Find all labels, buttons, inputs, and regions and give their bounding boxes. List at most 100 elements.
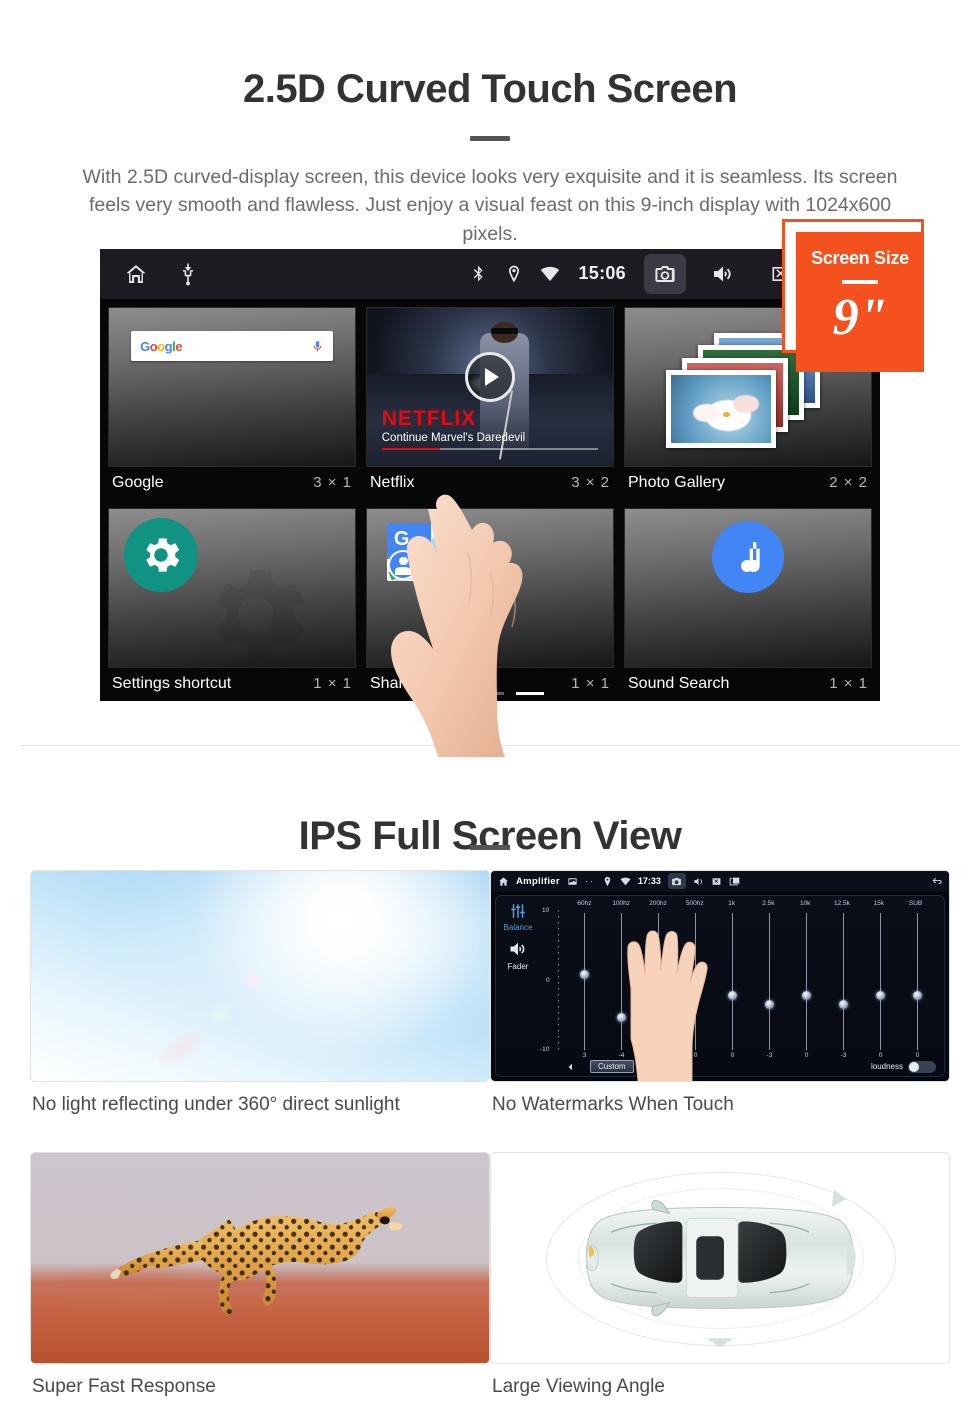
home-icon[interactable]	[498, 876, 509, 887]
widget-name: Google	[112, 473, 164, 491]
amplifier-title: Amplifier	[516, 875, 560, 887]
eq-slider[interactable]	[862, 912, 899, 1050]
maps-g-letter: G	[393, 527, 410, 550]
widget-preview	[624, 507, 872, 668]
gear-watermark-icon	[188, 553, 323, 667]
widget-name: Sound Search	[628, 674, 730, 692]
car-illustration	[585, 1189, 856, 1347]
camera-icon[interactable]	[644, 253, 686, 294]
widget-label: Sound Search 1 × 1	[622, 670, 874, 701]
widget-label: Photo Gallery 2 × 2	[622, 469, 874, 500]
home-icon[interactable]	[124, 262, 148, 286]
play-icon[interactable]	[465, 352, 515, 403]
lens-flare-3	[152, 1023, 209, 1074]
feature-caption: Super Fast Response	[32, 1375, 216, 1397]
music-note-icon[interactable]	[712, 521, 784, 594]
equalizer-icon[interactable]	[509, 902, 527, 920]
widget-settings-shortcut[interactable]: Settings shortcut 1 × 1	[106, 506, 358, 701]
gain-scale: 10 0 -10	[540, 907, 566, 1053]
fader-label[interactable]: Fader	[496, 962, 540, 971]
status-bar: 15:06	[100, 248, 880, 299]
netflix-artwork: NETFLIX Continue Marvel's Daredevil	[367, 307, 613, 466]
widget-preview: Google	[108, 306, 356, 467]
widget-label: Settings shortcut 1 × 1	[106, 670, 358, 701]
location-pin-icon	[504, 264, 524, 284]
balance-label[interactable]: Balance	[496, 923, 540, 932]
widget-google[interactable]: Google Google 3 × 1	[106, 305, 358, 500]
progress-bar	[381, 447, 599, 450]
page-dot-1[interactable]	[436, 691, 464, 695]
microphone-icon[interactable]	[311, 338, 324, 355]
hand-overlay	[627, 930, 708, 1081]
widget-size: 1 × 1	[829, 675, 868, 693]
sunlight-photo	[31, 870, 489, 1081]
page-dot-3[interactable]	[516, 691, 544, 695]
eq-value: 0	[804, 1051, 809, 1059]
eq-slider[interactable]	[566, 912, 603, 1050]
previous-preset-icon[interactable]	[566, 1062, 578, 1072]
character-glasses	[491, 328, 519, 334]
band-label: 1k	[728, 899, 736, 907]
eq-value: -3	[840, 1051, 847, 1059]
gear-icon[interactable]	[123, 518, 198, 593]
volume-icon[interactable]	[693, 876, 704, 887]
equalizer-area: 60hz 100hz 200hz 500hz 1k 2.5k 10k 12.5k…	[540, 896, 944, 1076]
scale-ticks	[558, 909, 559, 1050]
screen-size-badge: Screen Size 9"	[796, 231, 924, 372]
widget-netflix[interactable]: NETFLIX Continue Marvel's Daredevil Netf…	[364, 305, 616, 500]
title-underline	[470, 135, 510, 141]
feature-card-car: Large Viewing Angle	[490, 1151, 980, 1398]
eq-value: 0	[915, 1051, 920, 1059]
band-label: 15k	[873, 899, 885, 907]
band-label: 10k	[799, 899, 811, 907]
android-home-screen: 15:06 Google Google 3 × 1 NETFLIX Contin…	[100, 248, 880, 701]
status-bar-clock: 15:06	[578, 263, 626, 284]
loudness-control[interactable]: loudness	[870, 1060, 936, 1073]
google-maps-icon[interactable]: G	[386, 523, 459, 582]
amplifier-screenshot: Amplifier ·· 17:33 Balance Fader 60hz 10…	[491, 870, 949, 1081]
band-label: 60hz	[577, 899, 592, 907]
widget-sound-search[interactable]: Sound Search 1 × 1	[622, 506, 874, 701]
feature-caption: No Watermarks When Touch	[492, 1093, 734, 1115]
device-screenshot: 15:06 Google Google 3 × 1 NETFLIX Contin…	[100, 248, 880, 701]
media-frame	[30, 1151, 490, 1364]
loudness-label: loudness	[870, 1062, 903, 1072]
camera-icon[interactable]	[667, 873, 686, 890]
widget-size: 3 × 1	[313, 474, 352, 492]
netflix-wordmark: NETFLIX	[381, 407, 477, 431]
widget-size: 1 × 1	[571, 675, 610, 693]
lens-flare-2	[209, 1003, 232, 1026]
wifi-icon	[620, 877, 631, 886]
widget-label: Netflix 3 × 2	[364, 469, 616, 500]
back-icon[interactable]	[931, 876, 942, 887]
media-frame	[490, 1151, 950, 1364]
eq-slider[interactable]	[825, 912, 862, 1050]
fader-speaker-icon[interactable]	[508, 939, 528, 959]
recent-apps-icon[interactable]	[729, 876, 740, 887]
feature-row-2: Super Fast Response Large Viewing Angle	[0, 1151, 980, 1398]
feature-caption: Large Viewing Angle	[492, 1375, 665, 1397]
scale-top-label: 10	[542, 906, 550, 914]
badge-value: 9"	[832, 288, 888, 346]
product-detail-page: 2.5D Curved Touch Screen With 2.5D curve…	[0, 27, 980, 1421]
eq-slider[interactable]	[788, 912, 825, 1050]
page-indicator[interactable]	[436, 691, 544, 695]
location-pin-icon	[604, 876, 611, 886]
badge-divider	[842, 279, 878, 284]
page-dot-2[interactable]	[476, 691, 504, 695]
widget-size: 2 × 2	[829, 474, 868, 492]
eq-value: 3	[582, 1051, 587, 1059]
loudness-toggle[interactable]	[908, 1060, 936, 1073]
page-title: 2.5D Curved Touch Screen	[242, 66, 738, 111]
google-search-bar[interactable]: Google	[131, 331, 333, 362]
close-box-icon[interactable]	[711, 876, 722, 887]
volume-icon[interactable]	[702, 254, 744, 294]
person-avatar-icon	[388, 549, 419, 580]
eq-slider[interactable]	[899, 912, 936, 1050]
section-2-underline	[470, 844, 510, 850]
bluetooth-icon	[468, 264, 488, 284]
feature-card-amplifier: Amplifier ·· 17:33 Balance Fader 60hz 10…	[490, 869, 980, 1116]
widget-share-location[interactable]: G Share location 1 × 1	[364, 506, 616, 701]
band-label: 2.5k	[762, 899, 775, 907]
eq-slider[interactable]	[751, 912, 788, 1050]
